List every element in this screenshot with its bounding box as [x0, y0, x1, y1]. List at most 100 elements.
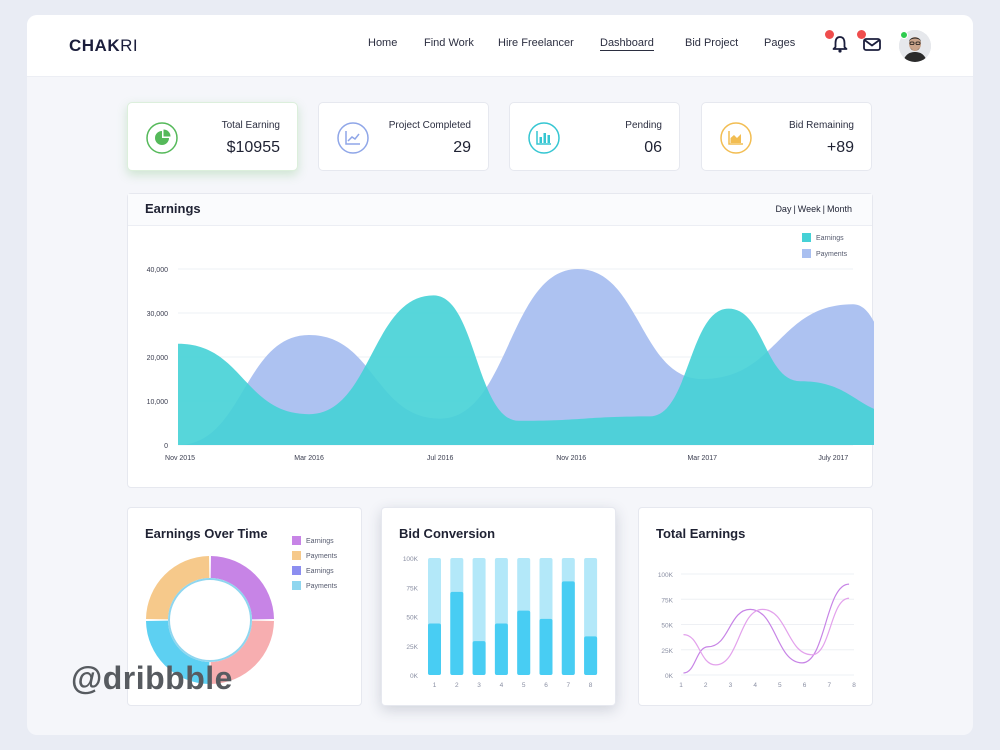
x-tick-label: Jul 2016: [427, 455, 454, 462]
x-tick-label: 8: [589, 682, 593, 689]
series-line: [683, 583, 850, 674]
nav-dashboard[interactable]: Dashboard: [600, 37, 654, 51]
bar-value: [561, 581, 575, 675]
legend-swatch: [802, 249, 811, 258]
bar-value: [494, 623, 508, 675]
x-tick-label: 5: [778, 682, 782, 689]
earnings-title: Earnings: [145, 201, 201, 216]
legend-swatch: [802, 233, 811, 242]
x-tick-label: 3: [729, 682, 733, 689]
y-tick-label: 75K: [406, 585, 418, 592]
bid-conversion-panel: Bid Conversion 0K 25K 50K 75K 100K 1 2 3 4 5 6 7 8: [381, 507, 616, 706]
y-tick-label: 25K: [661, 648, 673, 655]
x-tick-label: July 2017: [818, 455, 848, 462]
legend-label: Payments: [816, 251, 848, 258]
earnings-panel-header: Earnings Day | Week | Month: [128, 194, 872, 226]
total-earnings-line-chart: 0K 25K 50K 75K 100K 1 2 3 4 5 6 7 8: [658, 572, 856, 689]
x-tick-label: 7: [566, 682, 570, 689]
bar-value: [539, 618, 553, 675]
bar-value: [450, 591, 464, 675]
trend-icon: [337, 122, 369, 154]
stat-value: 06: [644, 139, 662, 156]
range-month[interactable]: Month: [827, 204, 852, 214]
series-line: [683, 597, 850, 666]
y-tick-label: 100K: [403, 556, 419, 563]
range-week[interactable]: Week: [798, 204, 821, 214]
bar-chart-icon: [528, 122, 560, 154]
legend-label: Payments: [306, 553, 338, 560]
pie-chart-icon: [146, 122, 178, 154]
y-tick-label: 40,000: [147, 267, 169, 274]
y-tick-label: 30,000: [147, 311, 169, 318]
nav-bid-project[interactable]: Bid Project: [685, 37, 738, 49]
stat-value: 29: [453, 139, 471, 156]
dribbble-watermark: @dribbble: [71, 660, 233, 696]
legend-swatch: [292, 566, 301, 575]
stat-label: Project Completed: [388, 120, 471, 131]
x-tick-label: Mar 2017: [687, 455, 717, 462]
range-day[interactable]: Day: [775, 204, 791, 214]
bid-conversion-bar-chart: 0K 25K 50K 75K 100K 1 2 3 4 5 6 7 8: [403, 556, 598, 689]
x-tick-label: 6: [544, 682, 548, 689]
notification-badge: [825, 30, 834, 39]
area-chart-icon: [720, 122, 752, 154]
y-tick-label: 0: [164, 443, 168, 450]
x-tick-label: 4: [500, 682, 504, 689]
stat-label: Total Earning: [221, 120, 280, 131]
earnings-area-chart: 0 10,000 20,000 30,000 40,000 Nov 2015 Mar 201…: [147, 233, 874, 462]
stat-label: Pending: [625, 120, 662, 131]
top-navigation-bar: CHAKRI Home Find Work Hire Freelancer Da…: [27, 15, 973, 77]
nav-hire-freelancer[interactable]: Hire Freelancer: [498, 37, 574, 49]
y-tick-label: 10,000: [147, 399, 169, 406]
y-tick-label: 50K: [661, 623, 673, 630]
x-tick-label: Mar 2016: [294, 455, 324, 462]
message-badge: [857, 30, 866, 39]
total-earnings-panel: Total Earnings 0K 25K 50K 75K 100K 1 2 3 4 5 6 7 8: [638, 507, 873, 706]
stat-card-total-earning[interactable]: Total Earning $10955: [127, 102, 298, 171]
x-tick-label: Nov 2016: [556, 455, 586, 462]
y-tick-label: 75K: [661, 597, 673, 604]
nav-home[interactable]: Home: [368, 37, 397, 49]
y-tick-label: 0K: [410, 673, 419, 680]
x-tick-label: 3: [477, 682, 481, 689]
bar-value: [517, 610, 531, 675]
nav-pages[interactable]: Pages: [764, 37, 795, 49]
legend-label: Earnings: [306, 568, 334, 575]
legend-label: Earnings: [816, 235, 844, 242]
stat-value: $10955: [226, 139, 280, 156]
stat-label: Bid Remaining: [788, 120, 854, 131]
bar-value: [584, 636, 598, 675]
nav-find-work[interactable]: Find Work: [424, 37, 474, 49]
time-range-selector: Day | Week | Month: [775, 204, 852, 214]
earnings-panel: Earnings Day | Week | Month 0 10,000 20,000 30,…: [127, 193, 874, 488]
x-tick-label: 4: [753, 682, 757, 689]
legend-label: Earnings: [306, 538, 334, 545]
y-tick-label: 25K: [406, 644, 418, 651]
stat-card-pending[interactable]: Pending 06: [509, 102, 680, 171]
x-tick-label: 2: [455, 682, 459, 689]
x-tick-label: Nov 2015: [165, 455, 195, 462]
legend-swatch: [292, 536, 301, 545]
bell-icon[interactable]: [825, 30, 851, 55]
x-tick-label: 7: [827, 682, 831, 689]
x-tick-label: 8: [852, 682, 856, 689]
x-tick-label: 1: [433, 682, 437, 689]
mail-icon[interactable]: [857, 30, 883, 55]
donut-hole: [168, 578, 252, 662]
online-status-dot: [900, 31, 908, 39]
legend-swatch: [292, 551, 301, 560]
y-tick-label: 100K: [658, 572, 674, 579]
x-tick-label: 6: [803, 682, 807, 689]
stat-card-bid-remaining[interactable]: Bid Remaining +89: [701, 102, 872, 171]
x-tick-label: 5: [522, 682, 526, 689]
bar-value: [472, 641, 486, 675]
x-tick-label: 1: [679, 682, 683, 689]
stat-card-project-completed[interactable]: Project Completed 29: [318, 102, 489, 171]
y-tick-label: 20,000: [147, 355, 169, 362]
legend-swatch: [292, 581, 301, 590]
stat-value: +89: [826, 139, 854, 156]
y-tick-label: 50K: [406, 615, 418, 622]
y-tick-label: 0K: [665, 673, 674, 680]
brand-logo[interactable]: CHAKRI: [69, 36, 138, 56]
dashboard-window: CHAKRI Home Find Work Hire Freelancer Da…: [27, 15, 973, 735]
